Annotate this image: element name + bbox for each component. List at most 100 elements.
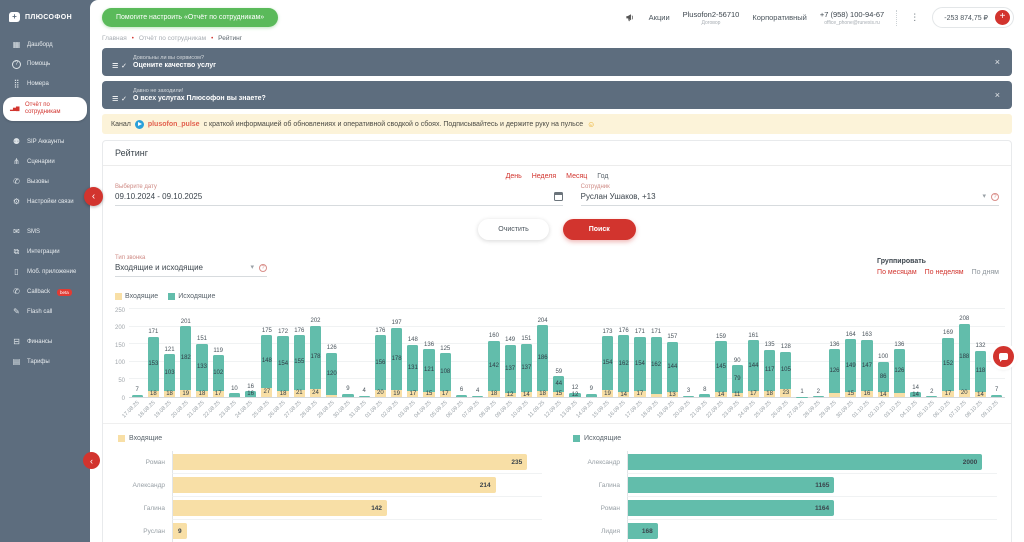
chat-fab-button[interactable] xyxy=(993,346,1014,367)
survey-banner[interactable]: ≡✓ Довольны ли вы сервисом? Оцените каче… xyxy=(102,48,1012,76)
sidebar-item-help[interactable]: ?Помощь xyxy=(4,56,86,73)
smiley-icon: ☺ xyxy=(587,120,595,129)
sidebar-item-mobile-app[interactable]: ▯Моб. приложение xyxy=(4,263,86,281)
clear-button[interactable]: Очистить xyxy=(478,219,548,240)
info-icon[interactable]: ? xyxy=(259,264,267,272)
sidebar-item-finance[interactable]: ⊟Финансы xyxy=(4,333,86,351)
bar-28.09.25: 228.09.25 xyxy=(810,309,826,397)
kebab-menu-icon[interactable]: ⋮ xyxy=(910,13,919,22)
sidebar-item-sip-accounts[interactable]: ⚉SIP Аккаунты xyxy=(4,133,86,151)
bar-segment-in: 14 xyxy=(975,392,986,397)
telegram-channel-link[interactable]: plusofon_pulse xyxy=(148,121,200,128)
sidebar-item-dashboard[interactable]: ▦Дашборд xyxy=(4,36,86,54)
sidebar-item-connection-settings[interactable]: ⚙Настройки связи xyxy=(4,193,86,211)
calendar-icon[interactable] xyxy=(554,192,563,201)
bar-segment-in: 14 xyxy=(715,392,726,397)
bar-total-label: 121 xyxy=(165,347,175,353)
breadcrumb-home[interactable]: Главная xyxy=(102,35,127,42)
period-year[interactable]: Год xyxy=(597,173,608,180)
x-tick-label: 19.08.25 xyxy=(154,400,173,419)
outgoing-by-employee-chart: Исходящие Александр2000Галина1165Роман11… xyxy=(572,432,997,542)
bar-segment-out: 133 xyxy=(196,344,207,391)
bar-segment-in: 18 xyxy=(277,391,288,397)
info-icon[interactable]: ? xyxy=(991,193,999,201)
bar-segment-out: 156 xyxy=(375,335,386,390)
chevron-down-icon[interactable]: ▾ xyxy=(250,264,254,271)
group-by-month[interactable]: По месяцам xyxy=(877,269,917,276)
y-tick-label: 200 xyxy=(115,325,125,331)
y-tick-label: 50 xyxy=(118,378,125,384)
bar-segment-out: 178 xyxy=(391,328,402,391)
bar-segment-in: 27 xyxy=(261,388,272,398)
group-by-day[interactable]: По дням xyxy=(972,269,999,276)
sidebar-item-sms[interactable]: ✉SMS xyxy=(4,223,86,241)
bar-total-label: 4 xyxy=(363,388,366,394)
announcements-button[interactable] xyxy=(625,12,636,23)
bar-total-label: 2 xyxy=(930,389,933,395)
hbar-row-Галина: Галина1165 xyxy=(572,474,997,497)
period-week[interactable]: Неделя xyxy=(532,173,556,180)
bar-21.09.25: 821.09.25 xyxy=(697,309,713,397)
breadcrumb-report[interactable]: Отчёт по сотрудникам xyxy=(139,35,206,42)
bar-segment-out: 105 xyxy=(780,352,791,389)
x-tick-label: 25.09.25 xyxy=(754,400,773,419)
hbar-track: 235 xyxy=(172,451,542,474)
sidebar-item-integrations[interactable]: ⧉Интеграции xyxy=(4,243,86,261)
call-type-value[interactable]: Входящие и исходящие xyxy=(115,263,245,272)
phone-selector[interactable]: +7 (958) 100-94-67 office_phone@runexis.… xyxy=(820,10,897,26)
close-icon[interactable]: × xyxy=(993,90,1002,100)
bar-segment-out: 152 xyxy=(942,338,953,392)
date-range-field[interactable]: Выберите дату 09.10.2024 - 09.10.2025 xyxy=(115,183,563,206)
balance-pill[interactable]: -253 874,75 ₽ + xyxy=(932,7,1014,28)
promotions-link[interactable]: Акции xyxy=(649,13,670,22)
bar-segment-out: 144 xyxy=(748,340,759,391)
bar-segment-in: 17 xyxy=(407,391,418,397)
employee-select-value[interactable]: Руслан Ушаков, +13 xyxy=(581,192,978,201)
date-field-label: Выберите дату xyxy=(115,184,563,190)
sidebar: + ПЛЮСОФОН ▦Дашборд ?Помощь ⣿Номера ▂▅▇Отчё… xyxy=(0,0,90,542)
bar-total-label: 9 xyxy=(590,386,593,392)
date-range-value[interactable]: 09.10.2024 - 09.10.2025 xyxy=(115,192,549,201)
checklist-icon: ≡✓ xyxy=(112,56,125,68)
period-month[interactable]: Месяц xyxy=(566,173,587,180)
bar-segment-out: 103 xyxy=(164,354,175,390)
hbar-row-Александр: Александр214 xyxy=(117,474,542,497)
setup-report-button[interactable]: Помогите настроить «Отчёт по сотрудникам… xyxy=(102,8,278,27)
rating-title: Рейтинг xyxy=(103,141,1011,166)
period-day[interactable]: День xyxy=(506,173,522,180)
call-type-select[interactable]: Тип звонка Входящие и исходящие ▾ ? xyxy=(115,254,267,277)
call-type-label: Тип звонка xyxy=(115,255,267,261)
incoming-chart-legend[interactable]: Входящие xyxy=(118,435,542,442)
employee-select[interactable]: Сотрудник Руслан Ушаков, +13 ▾ ? xyxy=(581,183,999,206)
banner-text: Давно не заходили! О всех услугах Плюсоф… xyxy=(133,88,985,102)
close-icon[interactable]: × xyxy=(993,57,1002,67)
bar-total-label: 161 xyxy=(748,333,758,339)
bar-25.08.25: 1751482725.08.25 xyxy=(259,309,275,397)
sidebar-item-scenarios[interactable]: ⋔Сценарии xyxy=(4,153,86,171)
sidebar-item-flash-call[interactable]: ✎Flash call xyxy=(4,303,86,321)
plan-label[interactable]: Корпоративный xyxy=(752,13,806,22)
bar-segment-in: 24 xyxy=(310,389,321,397)
scroll-left-button[interactable]: ‹ xyxy=(83,452,100,469)
sidebar-item-label: Callback xyxy=(27,289,50,296)
brand-logo[interactable]: + ПЛЮСОФОН xyxy=(0,6,90,34)
bar-segment-out: 154 xyxy=(277,336,288,390)
legend-incoming[interactable]: Входящие xyxy=(115,293,158,300)
sidebar-item-label: Вызовы xyxy=(27,179,49,186)
group-by-week[interactable]: По неделям xyxy=(925,269,964,276)
legend-outgoing[interactable]: Исходящие xyxy=(168,293,215,300)
services-banner[interactable]: ≡✓ Давно не заходили! О всех услугах Плю… xyxy=(102,81,1012,109)
sidebar-item-callback[interactable]: ✆Callbackbeta xyxy=(4,283,86,301)
account-selector[interactable]: Plusofon2-56710 Договор xyxy=(683,10,740,26)
chevron-down-icon[interactable]: ▾ xyxy=(982,193,986,200)
bar-segment-in: 20 xyxy=(375,390,386,397)
x-tick-label: 05.10.25 xyxy=(916,400,935,419)
outgoing-chart-legend[interactable]: Исходящие xyxy=(573,435,997,442)
sidebar-item-employee-report[interactable]: ▂▅▇Отчёт по сотрудникам xyxy=(3,97,87,121)
sidebar-collapse-button[interactable]: ‹ xyxy=(84,187,103,206)
sidebar-item-tariffs[interactable]: ▤Тарифы xyxy=(4,353,86,371)
sidebar-item-calls[interactable]: ✆Вызовы xyxy=(4,173,86,191)
search-button[interactable]: Поиск xyxy=(563,219,636,240)
top-up-button[interactable]: + xyxy=(995,10,1010,25)
sidebar-item-numbers[interactable]: ⣿Номера xyxy=(4,75,86,93)
